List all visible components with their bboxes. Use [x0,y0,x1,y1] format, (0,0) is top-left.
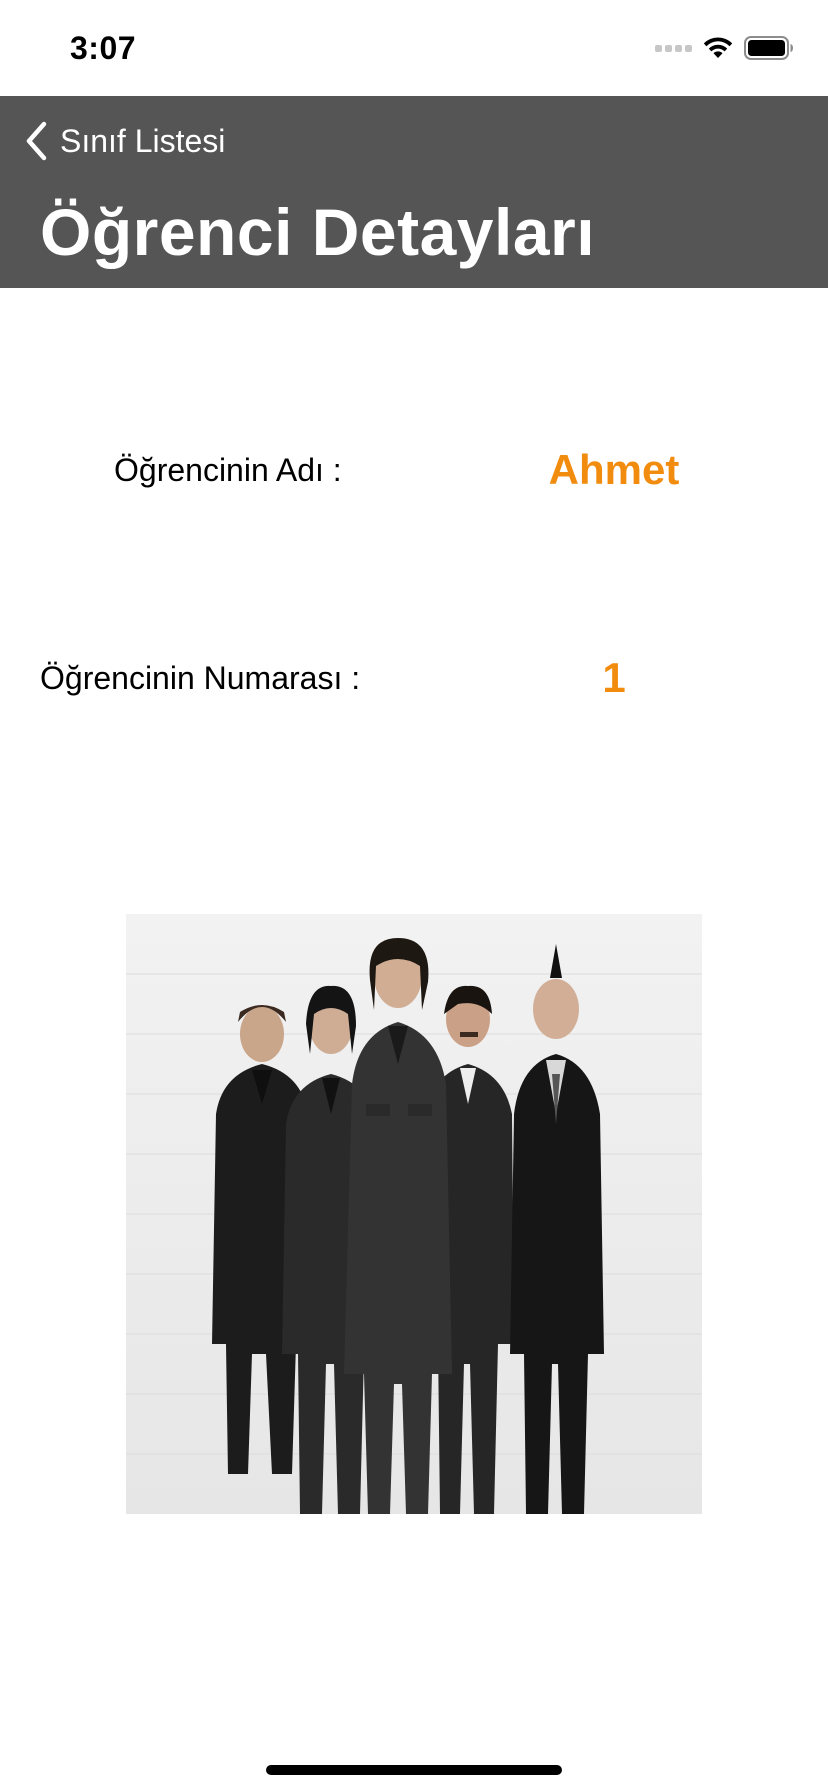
battery-icon [744,36,793,60]
back-button[interactable]: Sınıf Listesi [24,116,225,166]
navigation-bar: Sınıf Listesi Öğrenci Detayları [0,96,828,288]
home-indicator[interactable] [266,1765,562,1775]
page-title: Öğrenci Detayları [40,195,596,269]
status-time: 3:07 [70,30,137,66]
status-bar: 3:07 [0,0,828,96]
student-photo [126,914,702,1514]
student-number-label: Öğrencinin Numarası : [40,660,361,696]
back-button-label: Sınıf Listesi [60,122,226,159]
student-detail-screen: 3:07 Sınıf Listesi Öğrenci Detayları Öğr… [0,0,828,1792]
wifi-icon [703,37,733,58]
chevron-left-icon [26,121,47,161]
student-name-value: Ahmet [548,446,680,493]
status-icons [655,36,794,60]
student-number-value: 1 [602,654,626,701]
cellular-signal-icon [655,44,692,52]
student-name-label: Öğrencinin Adı : [114,452,342,488]
